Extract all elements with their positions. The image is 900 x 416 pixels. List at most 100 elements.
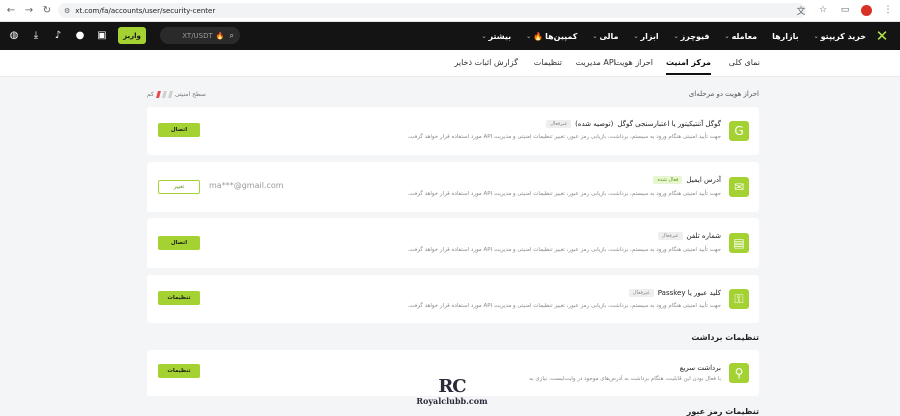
card-title-text: شماره تلفن (686, 232, 721, 240)
key-icon: ⚿ (729, 289, 749, 309)
card-title-text: کلید عبور یا Passkey (657, 289, 721, 297)
wallet-icon[interactable]: ▣ (96, 30, 108, 42)
menu-label: فیوچرز (680, 31, 710, 41)
card-title: شماره تلفن غیرفعال (657, 232, 721, 240)
browser-menu-icon[interactable]: ⋮ (882, 4, 894, 16)
card-title: برداشت سریع (680, 364, 721, 372)
deposit-button[interactable]: واریز (118, 27, 146, 44)
back-icon[interactable]: ← (4, 4, 18, 18)
address-bar[interactable]: ⚙ xt.com/fa/accounts/user/security-cente… (58, 3, 806, 18)
card-title: گوگل آتنتیکیتور یا اعتبارسنجی گوگل (توصی… (546, 120, 721, 128)
tab-api-management[interactable]: مدیریت API (576, 58, 616, 67)
level-bar-segment (161, 91, 167, 98)
google-icon: G (729, 121, 749, 141)
watermark-text: Royalclubb.com (416, 396, 488, 406)
card-description: جهت تأیید امنیتی هنگام ورود به سیستم، بر… (407, 134, 721, 140)
xt-logo-icon[interactable]: ✕ (874, 27, 890, 45)
fast-withdraw-settings-button[interactable]: تنظیمات (158, 364, 200, 378)
withdraw-settings-heading: تنظیمات برداشت (691, 333, 759, 342)
status-badge: غیرفعال (628, 289, 654, 297)
tab-identity-verification[interactable]: احراز هویت (614, 58, 653, 67)
notification-bell-icon[interactable]: ♪ (52, 30, 64, 42)
status-badge: غیرفعال (546, 120, 572, 128)
google-authenticator-card: G گوگل آتنتیکیتور یا اعتبارسنجی گوگل (تو… (147, 107, 759, 155)
menu-campaigns[interactable]: کمپین‌ها 🔥 ⌄ (526, 32, 577, 41)
fire-icon: 🔥 (215, 31, 225, 40)
connect-phone-button[interactable]: اتصال (158, 236, 200, 250)
menu-label: بیشتر (488, 31, 512, 41)
fire-icon: 🔥 (533, 31, 544, 41)
search-icon: ⌕ (229, 30, 234, 40)
menu-label: بازارها (772, 31, 799, 41)
passkey-card: ⚿ کلید عبور یا Passkey غیرفعال جهت تأیید… (147, 275, 759, 323)
chevron-down-icon: ⌄ (673, 32, 679, 40)
card-description: جهت تأیید امنیتی هنگام ورود به سیستم، بر… (407, 247, 721, 253)
menu-futures[interactable]: فیوچرز ⌄ (674, 32, 710, 41)
menu-markets[interactable]: بازارها (772, 32, 799, 41)
level-bar-segment (167, 91, 173, 98)
tab-security-center[interactable]: مرکز امنیت (665, 58, 712, 75)
card-title-text: گوگل آتنتیکیتور یا اعتبارسنجی گوگل (617, 120, 721, 128)
menu-label: مالی (599, 31, 619, 41)
security-level: کم سطح امنیتی (147, 91, 206, 98)
reload-icon[interactable]: ↻ (40, 4, 54, 18)
menu-label: معامله (731, 31, 758, 41)
user-account-icon[interactable]: ● (74, 30, 86, 42)
menu-buy-crypto[interactable]: خرید کریپتو ⌄ (814, 32, 866, 41)
chevron-down-icon: ⌄ (633, 32, 639, 40)
phone-icon: ▤ (729, 233, 749, 253)
url-text: xt.com/fa/accounts/user/security-center (75, 6, 216, 15)
browser-toolbar: ← → ↻ ⚙ xt.com/fa/accounts/user/security… (0, 0, 900, 22)
extensions-icon[interactable]: ▭ (839, 4, 851, 16)
email-card: ✉ آدرس ایمیل فعال شده جهت تأیید امنیتی ه… (147, 162, 759, 212)
status-badge: غیرفعال (657, 232, 683, 240)
card-description: با فعال بودن این قابلیت، هنگام برداشت به… (529, 376, 721, 382)
card-title-text: آدرس ایمیل (686, 176, 721, 184)
chevron-down-icon: ⌄ (592, 32, 598, 40)
connect-google-button[interactable]: اتصال (158, 123, 200, 137)
chevron-down-icon: ⌄ (724, 32, 730, 40)
status-badge: فعال شده (653, 176, 683, 184)
translate-icon[interactable]: 文 (795, 4, 807, 17)
menu-trade[interactable]: معامله ⌄ (725, 32, 758, 41)
royalclubb-watermark: RC Royalclubb.com (412, 378, 492, 414)
tab-proof-of-reserves[interactable]: گزارش اثبات ذخایر (454, 58, 518, 67)
account-tabs: نمای کلی مرکز امنیت احراز هویت مدیریت AP… (0, 50, 900, 77)
card-title-text: برداشت سریع (679, 364, 721, 372)
menu-label: کمپین‌ها (545, 31, 578, 41)
language-globe-icon[interactable]: ◍ (8, 30, 20, 42)
two-factor-section-title: احراز هویت دو مرحله‌ای (688, 90, 759, 98)
bookmark-star-icon[interactable]: ☆ (817, 4, 829, 16)
card-description: جهت تأیید امنیتی هنگام ورود به سیستم، بر… (407, 303, 721, 309)
card-title: کلید عبور یا Passkey غیرفعال (628, 289, 721, 297)
passkey-settings-button[interactable]: تنظیمات (158, 291, 200, 305)
menu-label: خرید کریپتو (820, 31, 866, 41)
card-description: جهت تأیید امنیتی هنگام ورود به سیستم، بر… (407, 191, 721, 197)
market-search-input[interactable]: XT/USDT 🔥 ⌕ (160, 27, 240, 44)
forward-icon[interactable]: → (22, 4, 36, 18)
change-email-button[interactable]: تغییر (158, 180, 200, 194)
chevron-down-icon: ⌄ (813, 32, 819, 40)
email-value: ma***@gmail.com (209, 181, 284, 190)
card-title-note: (توصیه شده) (575, 120, 614, 128)
site-info-icon[interactable]: ⚙ (64, 7, 70, 15)
security-level-value: کم (147, 91, 154, 98)
card-title: آدرس ایمیل فعال شده (653, 176, 721, 184)
tab-settings[interactable]: تنظیمات (534, 58, 562, 67)
email-icon: ✉ (729, 177, 749, 197)
tab-overview[interactable]: نمای کلی (729, 58, 760, 67)
search-placeholder: XT/USDT (182, 31, 213, 40)
phone-card: ▤ شماره تلفن غیرفعال جهت تأیید امنیتی هن… (147, 218, 759, 268)
security-level-label: سطح امنیتی (174, 91, 206, 98)
chevron-down-icon: ⌄ (526, 32, 532, 40)
download-icon[interactable]: ⤓ (30, 30, 42, 42)
fast-withdraw-icon: ⚲ (729, 363, 749, 383)
watermark-logo: RC (438, 376, 466, 397)
menu-label: ابزار (640, 31, 659, 41)
level-bar-segment (155, 91, 161, 98)
profile-avatar[interactable] (861, 4, 872, 16)
chevron-down-icon: ⌄ (481, 32, 487, 40)
menu-more[interactable]: بیشتر ⌄ (481, 32, 511, 41)
menu-tools[interactable]: ابزار ⌄ (634, 32, 659, 41)
menu-finance[interactable]: مالی ⌄ (592, 32, 618, 41)
